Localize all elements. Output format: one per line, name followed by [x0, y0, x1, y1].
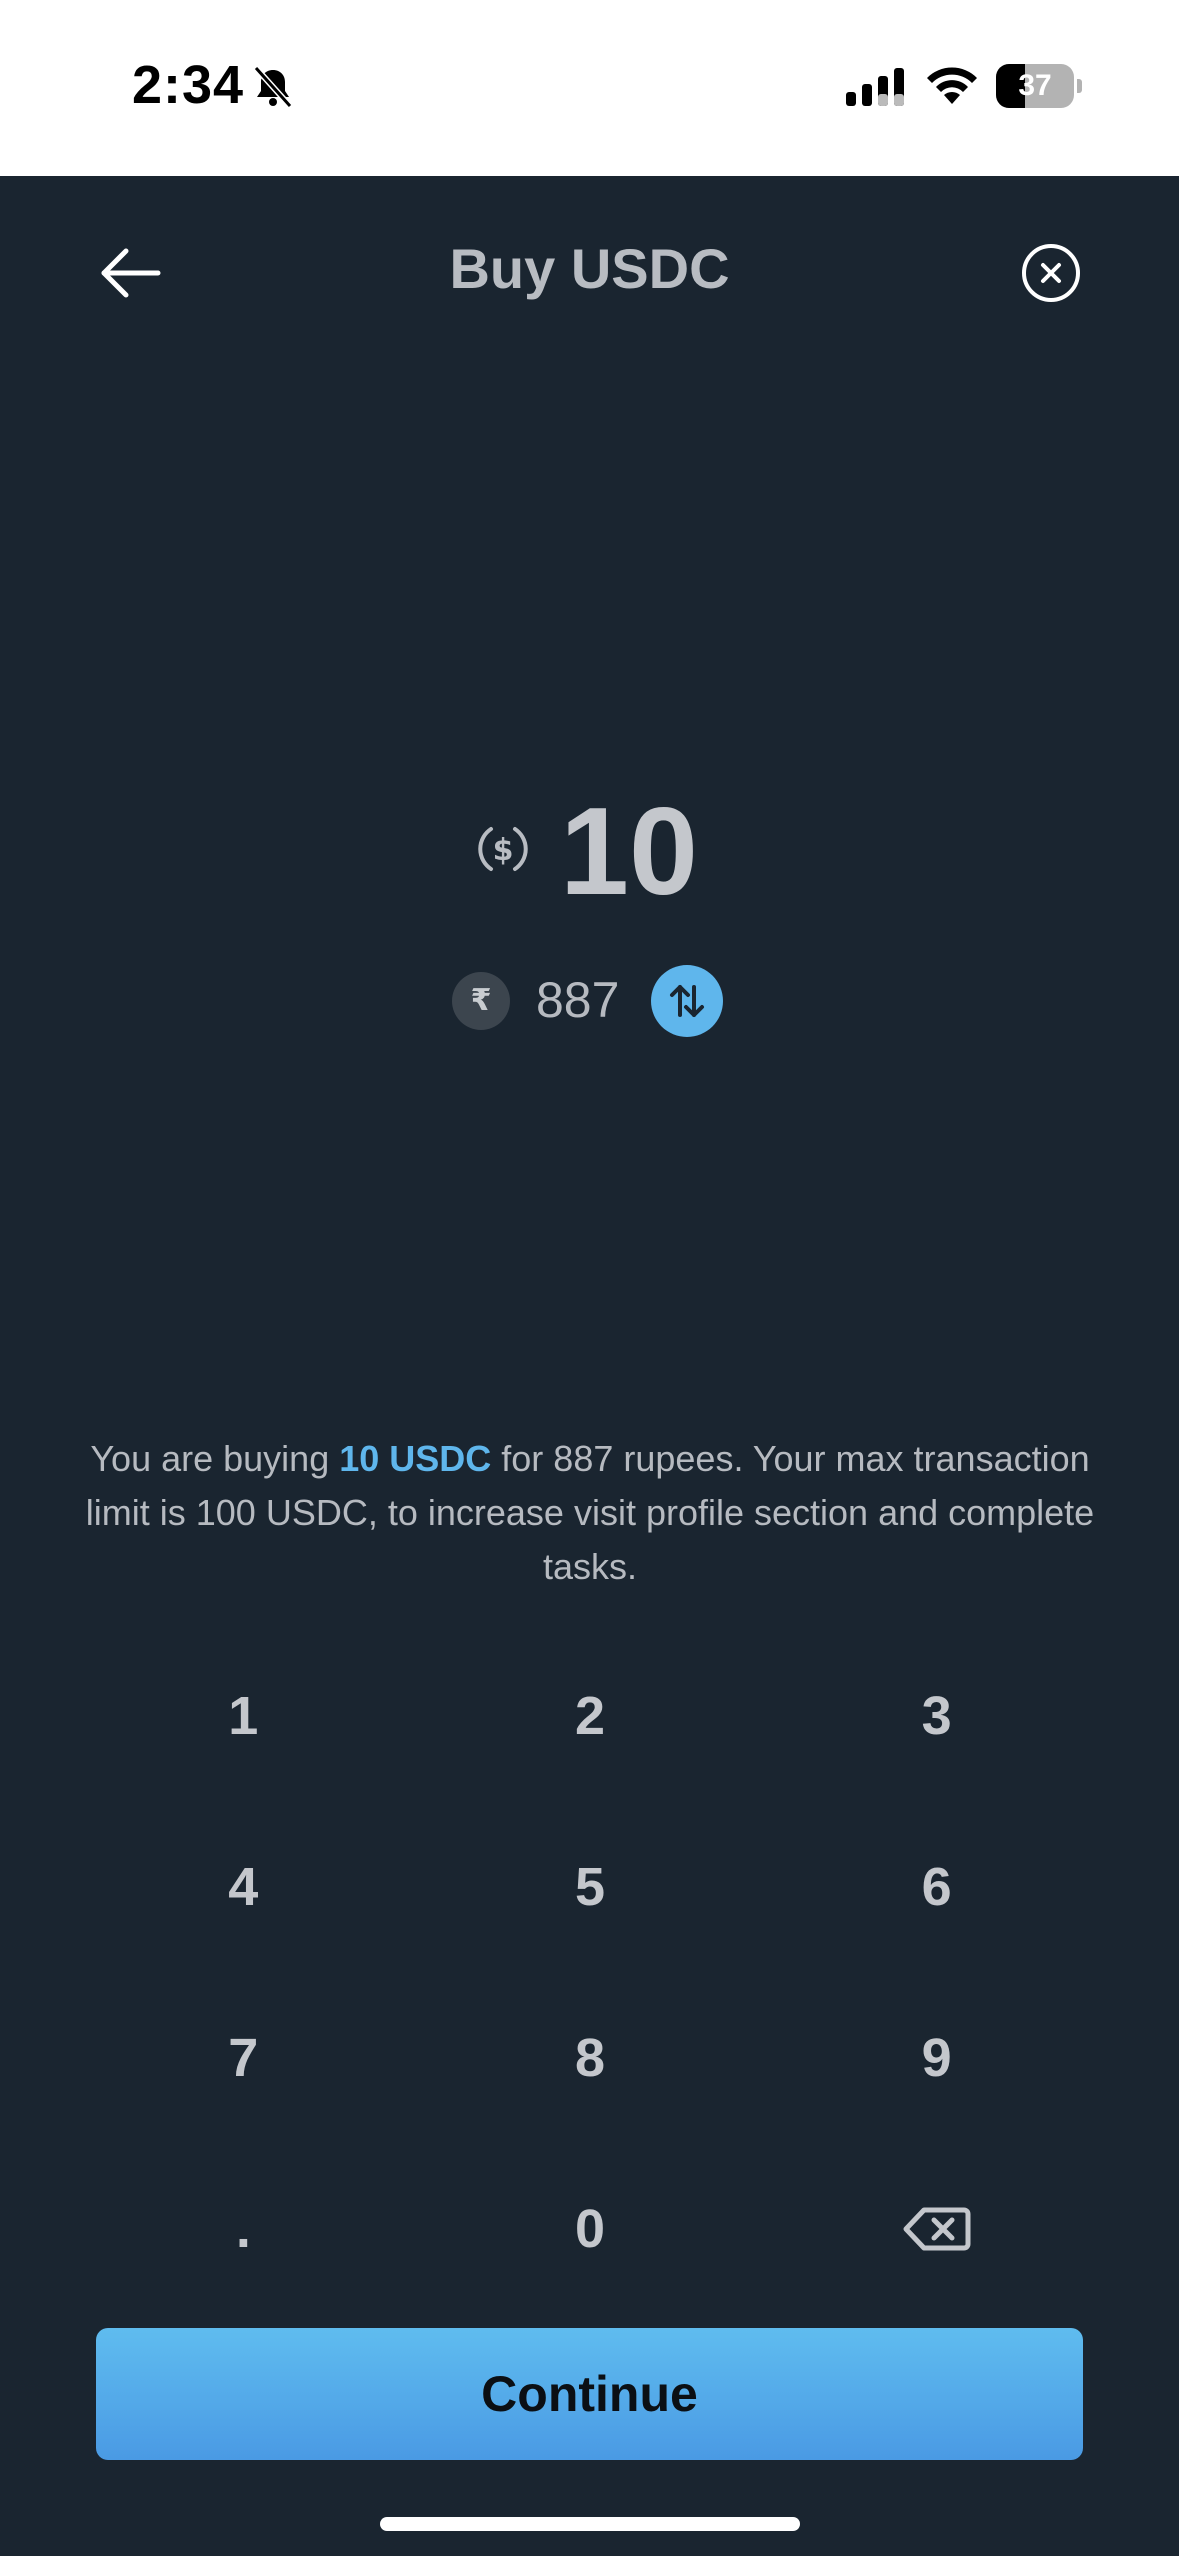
- page-title: Buy USDC: [449, 237, 730, 300]
- amount-display: $ 10: [0, 770, 1179, 930]
- key-backspace[interactable]: [763, 2143, 1110, 2314]
- wifi-icon: [927, 67, 977, 104]
- backspace-icon: [903, 2207, 971, 2250]
- battery-level: 37: [1018, 69, 1052, 102]
- key-2[interactable]: 2: [417, 1630, 764, 1801]
- key-7[interactable]: 7: [70, 1972, 417, 2143]
- key-1[interactable]: 1: [70, 1630, 417, 1801]
- bell-slash-icon: [253, 65, 293, 109]
- key-9[interactable]: 9: [763, 1972, 1110, 2143]
- rupee-icon: ₹: [452, 972, 510, 1030]
- continue-button[interactable]: Continue: [96, 2328, 1083, 2460]
- info-prefix: You are buying: [90, 1438, 340, 1479]
- numeric-keypad: 1 2 3 4 5 6 7 8 9 . 0: [70, 1630, 1110, 2320]
- transaction-info: You are buying 10 USDC for 887 rupees. Y…: [80, 1432, 1100, 1594]
- home-indicator[interactable]: [380, 2517, 800, 2531]
- fiat-amount-row: ₹ 887: [0, 960, 1179, 1040]
- key-4[interactable]: 4: [70, 1801, 417, 1972]
- info-highlight-amount: 10 USDC: [339, 1438, 492, 1479]
- fiat-amount: 887: [536, 972, 620, 1028]
- key-0[interactable]: 0: [417, 2143, 764, 2314]
- close-circle-icon[interactable]: [1020, 242, 1082, 304]
- svg-text:$: $: [493, 833, 514, 868]
- crypto-amount: 10: [560, 783, 698, 921]
- status-time: 2:34: [132, 55, 245, 115]
- battery-indicator: 37: [996, 64, 1082, 108]
- swap-vertical-icon: [670, 985, 704, 1017]
- status-bar: 2:34 37: [0, 0, 1179, 176]
- cellular-signal-icon: [846, 68, 904, 106]
- usd-coin-icon: $: [478, 827, 528, 871]
- key-5[interactable]: 5: [417, 1801, 764, 1972]
- swap-currency-button[interactable]: [651, 965, 723, 1037]
- key-8[interactable]: 8: [417, 1972, 764, 2143]
- key-decimal[interactable]: .: [70, 2143, 417, 2314]
- key-3[interactable]: 3: [763, 1630, 1110, 1801]
- key-6[interactable]: 6: [763, 1801, 1110, 1972]
